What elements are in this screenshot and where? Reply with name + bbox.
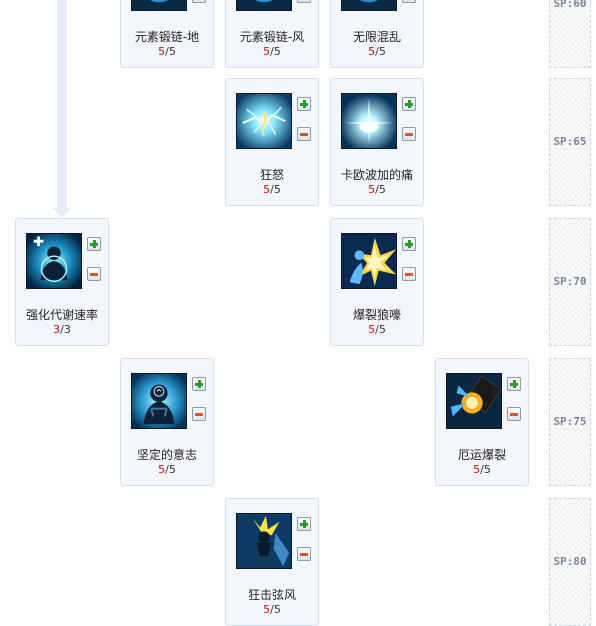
minus-icon[interactable] <box>297 0 311 3</box>
sp-requirement-75: SP:75 <box>549 358 591 486</box>
skill-slot-rage[interactable]: 狂怒 5/5 <box>225 78 319 206</box>
firm-will-icon[interactable] <box>131 373 187 429</box>
skill-name: 坚定的意志 <box>136 448 197 462</box>
minus-icon[interactable] <box>402 267 416 281</box>
doom-burst-icon[interactable] <box>446 373 502 429</box>
plus-icon[interactable] <box>87 237 101 251</box>
skill-name: 爆裂狼嚎 <box>352 308 401 322</box>
element-chain-earth-icon[interactable] <box>131 0 187 11</box>
plus-icon[interactable] <box>297 517 311 531</box>
minus-icon[interactable] <box>297 547 311 561</box>
skill-slot-strike-wind[interactable]: 狂击弦风 5/5 <box>225 498 319 626</box>
sp-label: SP:70 <box>553 275 587 288</box>
sp-label: SP:65 <box>553 135 587 148</box>
sp-requirement-80: SP:80 <box>549 498 591 626</box>
sp-label: SP:80 <box>553 555 587 568</box>
skill-slot-kaobo-pain[interactable]: 卡欧波加的痛 5/5 <box>330 78 424 206</box>
skill-level: 5/5 <box>368 45 386 58</box>
skill-name: 厄运爆裂 <box>457 448 506 462</box>
sp-requirement-65: SP:65 <box>549 78 591 206</box>
minus-icon[interactable] <box>507 407 521 421</box>
plus-icon[interactable] <box>507 377 521 391</box>
skill-level: 5/5 <box>368 323 386 336</box>
plus-icon[interactable] <box>402 237 416 251</box>
burst-howl-icon[interactable] <box>341 233 397 289</box>
kaobo-pain-icon[interactable] <box>341 93 397 149</box>
minus-icon[interactable] <box>402 127 416 141</box>
plus-icon[interactable] <box>402 97 416 111</box>
sp-label: SP:60 <box>553 0 587 10</box>
minus-icon[interactable] <box>402 0 416 3</box>
skill-level: 5/5 <box>263 183 281 196</box>
metabolism-icon[interactable] <box>26 233 82 289</box>
skill-level: 5/5 <box>473 463 491 476</box>
skill-name: 卡欧波加的痛 <box>340 168 413 182</box>
skill-level: 5/5 <box>158 45 176 58</box>
skill-level: 5/5 <box>263 603 281 616</box>
strike-wind-icon[interactable] <box>236 513 292 569</box>
skill-slot-chain-earth[interactable]: 元素锻链-地 5/5 <box>120 0 214 68</box>
skill-slot-doom-burst[interactable]: 厄运爆裂 5/5 <box>435 358 529 486</box>
skill-level: 5/5 <box>368 183 386 196</box>
skill-name: 元素锻链-地 <box>134 30 200 44</box>
sp-label: SP:75 <box>553 415 587 428</box>
skill-level: 3/3 <box>53 323 71 336</box>
plus-icon[interactable] <box>297 97 311 111</box>
sp-requirement-70: SP:70 <box>549 218 591 346</box>
prerequisite-connector <box>57 0 67 212</box>
skill-name: 狂怒 <box>259 168 284 182</box>
minus-icon[interactable] <box>192 407 206 421</box>
plus-icon[interactable] <box>192 377 206 391</box>
skill-slot-chaos[interactable]: 无限混乱 5/5 <box>330 0 424 68</box>
rage-icon[interactable] <box>236 93 292 149</box>
minus-icon[interactable] <box>297 127 311 141</box>
skill-name: 强化代谢速率 <box>25 308 98 322</box>
skill-slot-chain-wind[interactable]: 元素锻链-风 5/5 <box>225 0 319 68</box>
skill-slot-firm-will[interactable]: 坚定的意志 5/5 <box>120 358 214 486</box>
element-chain-wind-icon[interactable] <box>236 0 292 11</box>
infinite-chaos-icon[interactable] <box>341 0 397 11</box>
prerequisite-arrow <box>52 208 72 217</box>
skill-name: 无限混乱 <box>352 30 401 44</box>
skill-level: 5/5 <box>158 463 176 476</box>
skill-slot-metabolism[interactable]: 强化代谢速率 3/3 <box>15 218 109 346</box>
sp-requirement-60: SP:60 <box>549 0 591 68</box>
skill-name: 元素锻链-风 <box>239 30 305 44</box>
skill-slot-burst-howl[interactable]: 爆裂狼嚎 5/5 <box>330 218 424 346</box>
minus-icon[interactable] <box>87 267 101 281</box>
skill-name: 狂击弦风 <box>247 588 296 602</box>
skill-level: 5/5 <box>263 45 281 58</box>
minus-icon[interactable] <box>192 0 206 3</box>
